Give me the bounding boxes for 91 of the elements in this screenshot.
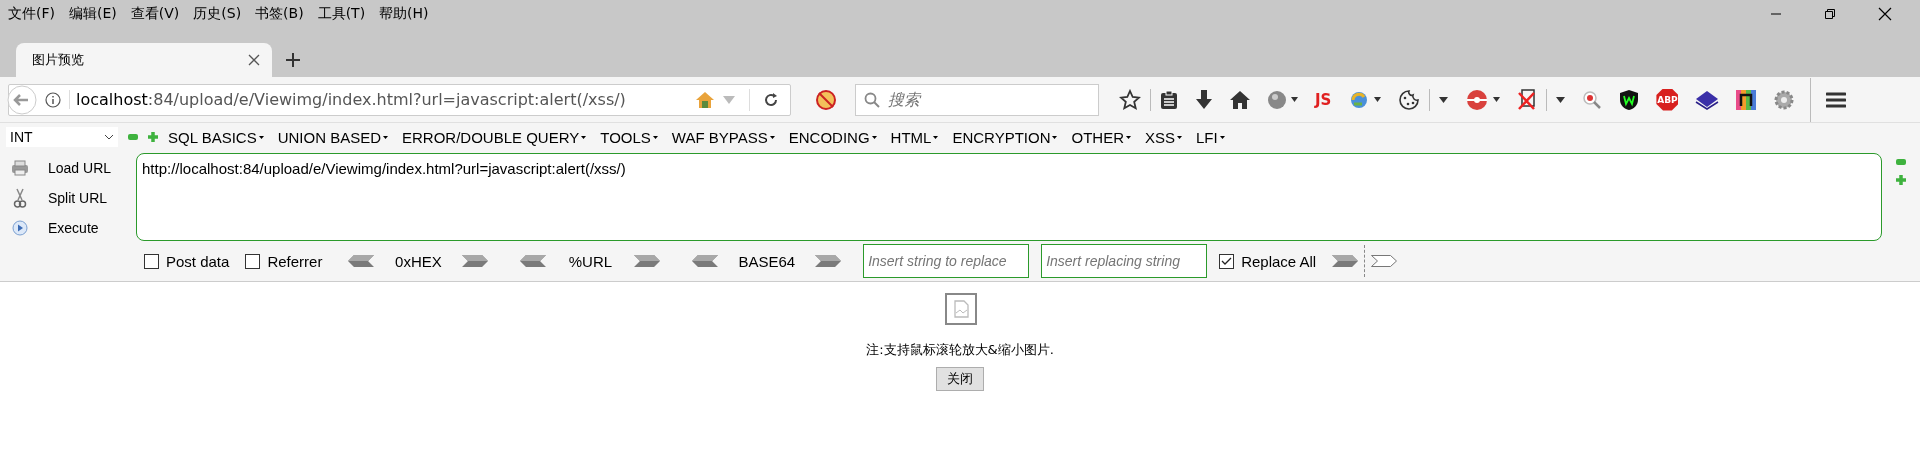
caret-icon[interactable]	[1439, 96, 1449, 103]
chevron-icon	[104, 134, 114, 140]
checkbox-label: Post data	[166, 252, 230, 270]
checkbox[interactable]	[1219, 253, 1235, 269]
encoding-label: BASE64	[738, 252, 796, 270]
plus-icon[interactable]	[286, 53, 300, 67]
caret-icon[interactable]	[1291, 97, 1298, 102]
menu-item[interactable]: 历史(S)	[193, 4, 242, 23]
javascript-toggle[interactable]: JS	[1315, 90, 1332, 109]
play-icon	[10, 220, 30, 236]
house-icon[interactable]	[695, 90, 715, 109]
action-button[interactable]: Execute	[48, 220, 99, 236]
right-arrow-button[interactable]	[634, 255, 661, 267]
download-icon[interactable]	[1195, 89, 1213, 110]
left-arrow-button[interactable]	[520, 255, 547, 267]
broken-image-icon	[944, 293, 977, 325]
clipboard-icon[interactable]	[1160, 89, 1178, 110]
caret-icon	[871, 135, 877, 139]
caret-icon	[581, 135, 587, 139]
right-arrow-button[interactable]	[1332, 255, 1359, 267]
caret-icon	[1219, 135, 1225, 139]
caret-icon	[769, 135, 775, 139]
address-bar[interactable]: localhost:84/upload/e/Viewimg/index.html?url=javascript:alert(/xss/)	[8, 83, 791, 116]
left-arrow-button[interactable]	[348, 255, 375, 267]
encoding-label: 0xHEX	[394, 252, 443, 270]
dropdown-menu[interactable]: LFI	[1196, 128, 1225, 146]
checkbox[interactable]	[144, 253, 159, 269]
reload-icon[interactable]	[764, 92, 778, 107]
caret-icon	[652, 135, 658, 139]
dropdown-menu[interactable]: SQL BASICS	[168, 128, 264, 146]
caret-icon[interactable]	[1493, 97, 1501, 102]
action-button[interactable]: Split URL	[48, 190, 108, 206]
checkbox[interactable]	[245, 253, 261, 269]
caret-icon	[258, 135, 264, 139]
magnifier-icon[interactable]	[1582, 89, 1603, 110]
browser-tab[interactable]: 图片预览	[16, 43, 272, 77]
layers-icon[interactable]	[1695, 89, 1720, 110]
dropdown-menu[interactable]: UNION BASED	[277, 128, 388, 146]
star-icon[interactable]	[1119, 88, 1141, 111]
crossed-page-icon[interactable]	[1517, 88, 1538, 111]
menu-item[interactable]: 编辑(E)	[69, 4, 117, 23]
action-button[interactable]: Load URL	[48, 160, 112, 176]
caret-icon	[933, 135, 939, 139]
caret-icon	[383, 135, 388, 139]
menu-item[interactable]: 查看(V)	[130, 4, 180, 23]
input-field[interactable]: Insert replacing string	[1041, 244, 1208, 278]
url-textarea[interactable]: http://localhost:84/upload/e/Viewimg/index.html?url=javascript:alert(/xss/)	[136, 153, 1882, 241]
menu-item[interactable]: 书签(B)	[255, 4, 304, 23]
dropdown-menu[interactable]: TOOLS	[600, 128, 658, 146]
search-icon	[864, 91, 880, 108]
caret-icon	[1126, 135, 1131, 139]
caret-icon	[1052, 135, 1058, 139]
printer-icon	[10, 160, 30, 176]
encoding-label: %URL	[567, 252, 614, 270]
close-icon[interactable]	[1878, 6, 1892, 21]
shield-icon[interactable]	[1619, 88, 1640, 111]
dropdown-menu[interactable]: ENCRYPTION	[952, 128, 1058, 146]
menu-item[interactable]: 帮助(H)	[379, 4, 429, 23]
dropdown-menu[interactable]: ERROR/DOUBLE QUERY	[402, 128, 587, 146]
checkbox-label: Replace All	[1241, 252, 1317, 270]
menu-item[interactable]: 工具(T)	[317, 4, 366, 23]
restore-icon[interactable]	[1824, 7, 1836, 20]
dropdown-menu[interactable]: HTML	[890, 128, 939, 146]
cookie-icon[interactable]	[1398, 88, 1421, 111]
right-arrow-button[interactable]	[815, 255, 842, 267]
dropdown-menu[interactable]: WAF BYPASS	[671, 128, 775, 146]
close-button[interactable]: 关闭	[936, 367, 984, 391]
gear-icon[interactable]	[1773, 88, 1796, 111]
input-field[interactable]: Insert string to replace	[863, 244, 1030, 278]
rainbow-square-icon[interactable]	[1736, 89, 1757, 110]
right-arrow-button[interactable]	[1371, 255, 1398, 267]
adblock-button[interactable]: ABP	[1656, 88, 1679, 111]
note-text: 注:支持鼠标滚轮放大&缩小图片.	[866, 341, 1054, 359]
checkbox-label: Referrer	[267, 252, 323, 270]
blocked-icon[interactable]	[815, 88, 837, 111]
left-arrow-button[interactable]	[692, 255, 719, 267]
close-icon[interactable]	[248, 54, 260, 66]
dropdown-menu[interactable]: XSS	[1145, 128, 1182, 146]
caret-icon	[1177, 135, 1182, 139]
menu-icon[interactable]	[1826, 90, 1847, 109]
disc-icon[interactable]	[1465, 88, 1490, 111]
info-icon[interactable]	[45, 91, 61, 108]
caret-icon[interactable]	[1556, 96, 1566, 103]
right-arrow-button[interactable]	[462, 255, 489, 267]
search-field[interactable]: 搜索	[855, 83, 1099, 116]
select-field[interactable]: INT	[6, 127, 118, 147]
dropdown-menu[interactable]: ENCODING	[788, 128, 877, 146]
home-icon[interactable]	[1230, 90, 1250, 109]
dropdown-menu[interactable]: OTHER	[1071, 128, 1131, 146]
caret-icon[interactable]	[1374, 97, 1382, 102]
menu-item[interactable]: 文件(F)	[8, 4, 55, 23]
